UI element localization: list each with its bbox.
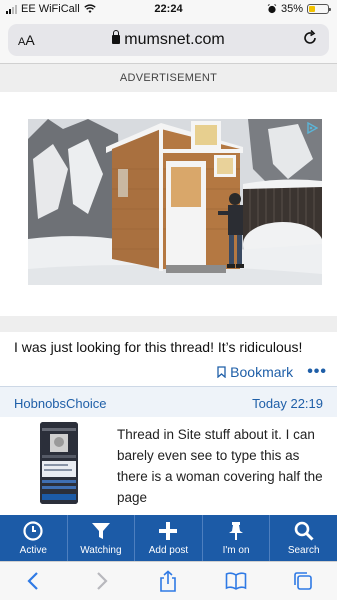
nav-add-post-label: Add post (148, 545, 189, 556)
nav-search-button[interactable]: Search (270, 515, 337, 561)
forum-nav-bar: Active Watching Add post I'm on Search (0, 515, 337, 561)
book-icon (225, 572, 247, 590)
nav-im-on-button[interactable]: I'm on (203, 515, 271, 561)
share-icon (160, 570, 177, 592)
battery-icon (307, 4, 331, 14)
domain-text: mumsnet.com (124, 31, 225, 48)
plus-icon (159, 522, 178, 540)
share-button[interactable] (152, 567, 184, 595)
bookmark-button[interactable]: Bookmark (217, 364, 293, 380)
browser-bottom-bar (0, 561, 337, 600)
nav-add-post-button[interactable]: Add post (135, 515, 203, 561)
bookmark-icon (217, 366, 226, 378)
post-actions: Bookmark ••• (217, 362, 327, 382)
advertisement-area (0, 92, 337, 316)
reply-author[interactable]: HobnobsChoice (14, 396, 107, 411)
nav-active-label: Active (19, 545, 47, 556)
nav-active-button[interactable]: Active (0, 515, 68, 561)
browser-toolbar: AA mumsnet.com (0, 20, 337, 64)
search-icon (294, 521, 314, 541)
attached-screenshot-thumbnail[interactable] (40, 422, 78, 504)
filter-icon (91, 523, 110, 539)
nav-watching-button[interactable]: Watching (68, 515, 136, 561)
post-text: I was just looking for this thread! It’s… (14, 339, 303, 355)
reply-header: HobnobsChoice Today 22:19 (0, 387, 337, 417)
separator-band (0, 316, 337, 332)
chevron-left-icon (27, 572, 38, 590)
reply-text: Thread in Site stuff about it. I can bar… (117, 427, 323, 505)
more-options-button[interactable]: ••• (307, 363, 327, 381)
reload-icon[interactable] (301, 29, 319, 47)
back-button[interactable] (18, 567, 50, 595)
bookmark-label: Bookmark (230, 364, 294, 380)
chevron-right-icon (97, 572, 108, 590)
ad-choices-icon[interactable] (306, 122, 318, 134)
status-bar: EE WiFiCall 22:24 35% (0, 0, 337, 20)
nav-search-label: Search (287, 545, 320, 556)
tabs-button[interactable] (287, 567, 319, 595)
clock-icon (23, 521, 43, 541)
alarm-icon (267, 4, 277, 14)
ad-image[interactable] (28, 119, 322, 285)
nav-im-on-label: I'm on (222, 545, 250, 556)
tabs-icon (294, 572, 313, 590)
forward-button[interactable] (85, 567, 117, 595)
nav-watching-label: Watching (80, 545, 122, 556)
bookmarks-button[interactable] (220, 567, 252, 595)
reply-timestamp[interactable]: Today 22:19 (252, 396, 323, 411)
domain-display: mumsnet.com (8, 30, 329, 49)
battery-info: 35% (267, 3, 331, 15)
pin-icon (229, 522, 244, 540)
battery-percent: 35% (280, 3, 303, 15)
advertisement-label: ADVERTISEMENT (0, 64, 337, 92)
lock-icon (112, 30, 121, 44)
address-bar[interactable]: AA mumsnet.com (8, 24, 329, 56)
